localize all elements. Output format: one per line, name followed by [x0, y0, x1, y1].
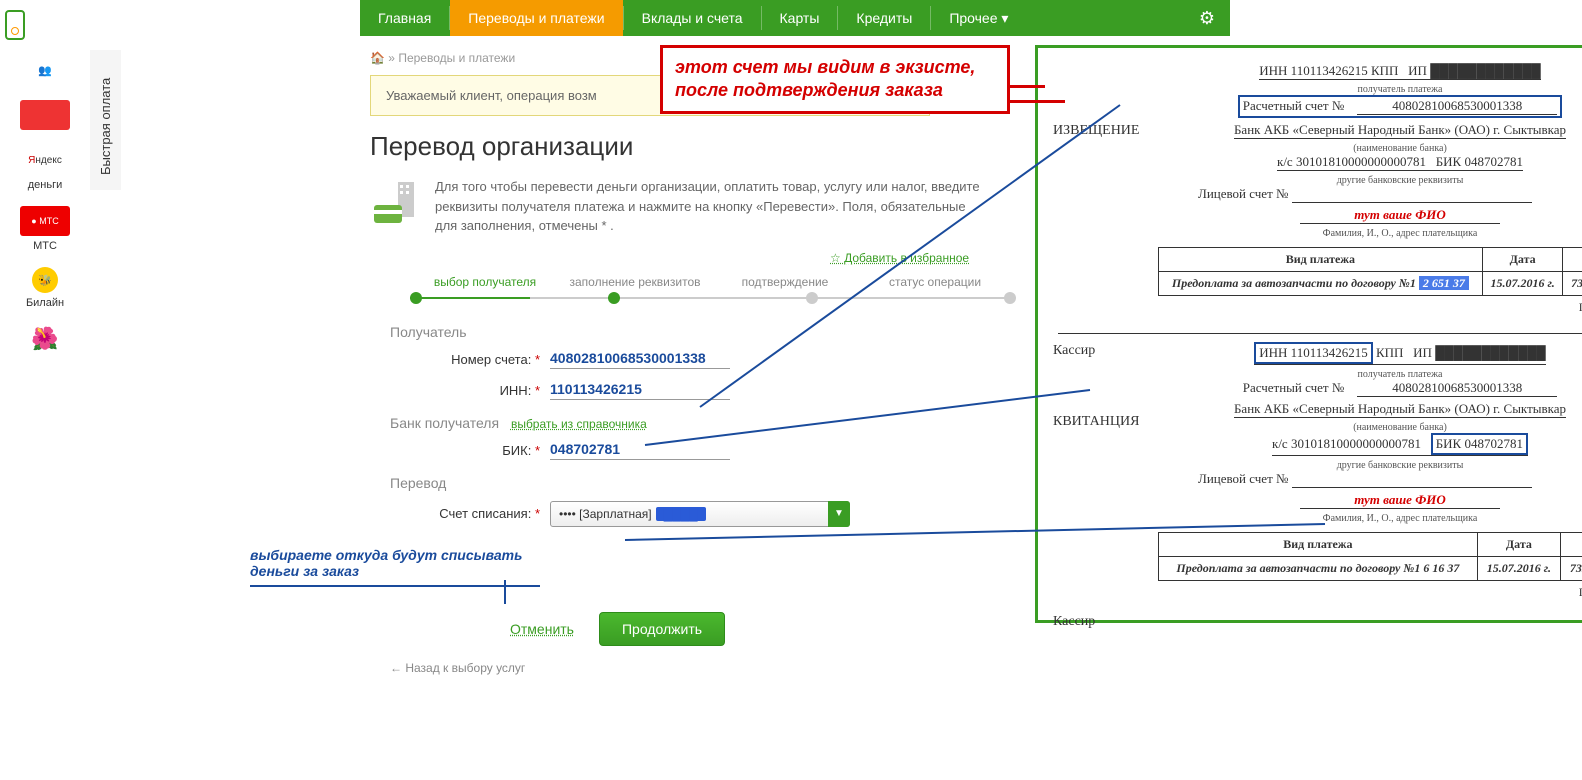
chevron-down-icon: ▼: [828, 501, 850, 527]
sidebar-item-mts[interactable]: ● МТСМТС: [5, 206, 85, 252]
slip-receipt-label: КВИТАНЦИЯ: [1053, 414, 1139, 430]
beeline-icon: 🐝: [32, 267, 58, 293]
annotation-exist-account: этот счет мы видим в экзисте, после подт…: [660, 45, 1010, 114]
red-band-icon: [20, 100, 70, 130]
back-link[interactable]: Назад к выбору услуг: [390, 661, 1582, 675]
account-label: Номер счета: *: [390, 352, 550, 367]
cancel-button[interactable]: Отменить: [510, 621, 574, 637]
phone-icon: [5, 10, 25, 40]
nav-main[interactable]: Главная: [360, 0, 449, 36]
top-navigation: Главная Переводы и платежи Вклады и счет…: [360, 0, 1230, 36]
bik-label: БИК: *: [390, 443, 550, 458]
sidebar-item-people[interactable]: 👥: [5, 55, 85, 85]
nav-other[interactable]: Прочее ▾: [931, 0, 1026, 36]
nav-deposits[interactable]: Вклады и счета: [624, 0, 761, 36]
red-connector-2: [1010, 100, 1065, 103]
slip-table-1: Вид платежаДатаСумма Предоплата за автоз…: [1158, 247, 1582, 296]
breadcrumb-link[interactable]: Переводы и платежи: [398, 51, 515, 65]
step-2: заполнение реквизитов: [560, 275, 710, 289]
home-icon[interactable]: 🏠: [370, 51, 385, 65]
card-building-icon: [370, 177, 420, 227]
debit-account-select[interactable]: •••• [Зарплатная] ████ ▼: [550, 501, 850, 527]
slip-notice-label: ИЗВЕЩЕНИЕ: [1053, 123, 1139, 139]
yandex-money-icon: Яндекс: [20, 145, 70, 175]
sidebar-item-phone[interactable]: [5, 10, 85, 40]
step-4: статус операции: [860, 275, 1010, 289]
step-3: подтверждение: [710, 275, 860, 289]
sidebar-item-yandex[interactable]: Яндексденьги: [5, 145, 85, 191]
section-bank: Банк получателя выбрать из справочника: [390, 415, 1030, 431]
intro-text: Для того чтобы перевести деньги организа…: [435, 177, 990, 236]
intro-block: Для того чтобы перевести деньги организа…: [370, 177, 990, 236]
section-transfer: Перевод: [390, 475, 1030, 491]
directory-link[interactable]: выбрать из справочника: [511, 417, 647, 431]
sidebar-item-beeline[interactable]: 🐝Билайн: [5, 267, 85, 309]
sidebar-item-red[interactable]: [5, 100, 85, 130]
step-1: выбор получателя: [410, 275, 560, 289]
debit-hint: выбираете откуда будут списывать деньги …: [250, 547, 540, 587]
flower-icon: 🌺: [20, 324, 70, 354]
mts-icon: ● МТС: [20, 206, 70, 236]
payment-slip: ИЗВЕЩЕНИЕ Кассир ИНН 110113426215 КПП ИП…: [1035, 45, 1582, 623]
nav-transfers[interactable]: Переводы и платежи: [450, 0, 622, 36]
account-value[interactable]: 40802810068530001338: [550, 350, 730, 369]
wizard-progress: [410, 297, 1010, 299]
debit-label: Счет списания: *: [390, 506, 550, 521]
red-connector-1: [1010, 85, 1045, 88]
nav-credits[interactable]: Кредиты: [838, 0, 930, 36]
quick-pay-sidebar: 👥 Яндексденьги ● МТСМТС 🐝Билайн 🌺: [0, 0, 90, 675]
section-recipient: Получатель: [390, 324, 1030, 340]
nav-cards[interactable]: Карты: [762, 0, 838, 36]
slip-cashier-label-2: Кассир: [1053, 614, 1095, 630]
inn-label: ИНН: *: [390, 383, 550, 398]
gear-icon[interactable]: ⚙: [1184, 8, 1230, 29]
slip-table-2: Вид платежаДатаСумма Предоплата за автоз…: [1158, 532, 1582, 581]
people-icon: 👥: [20, 55, 70, 85]
bik-value[interactable]: 048702781: [550, 441, 730, 460]
wizard-steps: выбор получателя заполнение реквизитов п…: [410, 275, 1010, 289]
continue-button[interactable]: Продолжить: [599, 612, 725, 646]
inn-value[interactable]: 110113426215: [550, 381, 730, 400]
sidebar-item-flower[interactable]: 🌺: [5, 324, 85, 354]
transfer-form: Получатель Номер счета: * 40802810068530…: [390, 324, 1030, 527]
